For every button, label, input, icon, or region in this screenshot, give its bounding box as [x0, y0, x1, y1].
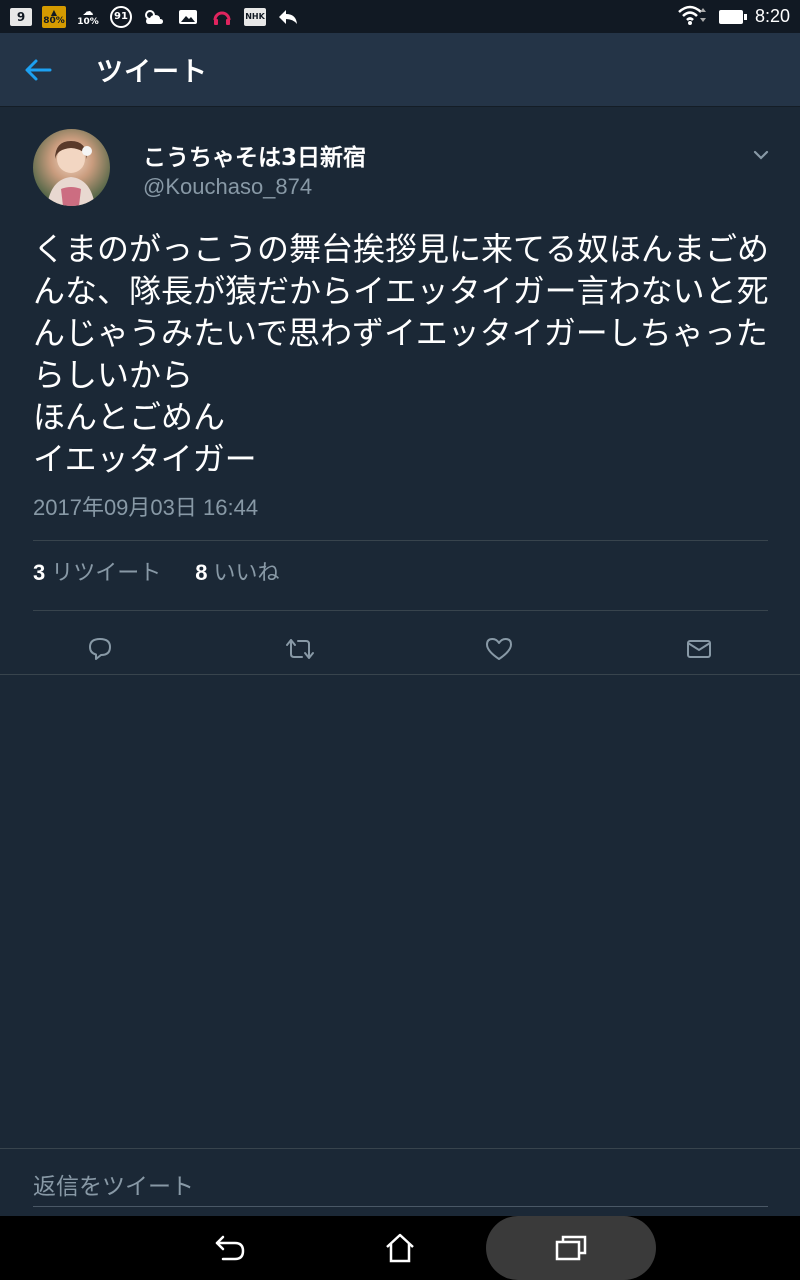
nhk-icon: NHK [244, 7, 266, 26]
like-count[interactable]: 8 いいね [195, 555, 279, 587]
comment-icon [89, 638, 111, 660]
nav-recent-apps-button[interactable] [486, 1216, 656, 1280]
gallery-icon [176, 6, 200, 28]
direct-message-button[interactable] [683, 633, 715, 665]
wifi-icon [677, 4, 707, 30]
cloud-sun-icon [142, 6, 166, 28]
reply-input[interactable] [33, 1167, 768, 1207]
retweet-icon [286, 639, 314, 659]
battery-80-icon: ▲ 80% [42, 5, 66, 28]
like-count-number: 8 [195, 560, 208, 585]
chevron-down-icon [753, 150, 769, 160]
divider [33, 610, 768, 611]
tweet-stats: 3 リツイート 8 いいね [33, 555, 280, 587]
tweet-timestamp: 2017年09月03日 16:44 [33, 495, 259, 520]
nav-back-button[interactable] [190, 1216, 270, 1280]
more-options-button[interactable] [748, 142, 774, 168]
nav-home-button[interactable] [360, 1216, 440, 1280]
reply-button[interactable] [84, 633, 116, 665]
system-nav-bar [0, 1216, 800, 1280]
weather-icon: ☁ 10% [77, 4, 99, 27]
divider [33, 540, 768, 541]
retweet-button[interactable] [284, 633, 316, 665]
headphone-icon [210, 6, 234, 28]
tweet-actions [0, 625, 800, 675]
back-button[interactable] [0, 33, 76, 107]
envelope-icon [687, 640, 711, 658]
battery-icon [718, 9, 747, 24]
status-time: 8:20 [754, 6, 790, 26]
retweet-count[interactable]: 3 リツイート [33, 555, 161, 587]
status-bar: 9 ▲ 80% ☁ 10% 91 NHK 8:20 [0, 0, 800, 33]
like-button[interactable] [483, 633, 515, 665]
reply-bar [0, 1148, 800, 1216]
status-bar-notification-icons: 9 ▲ 80% ☁ 10% 91 NHK [10, 4, 300, 28]
back-arrow-icon [215, 1235, 245, 1261]
badge-91-icon: 91 [110, 5, 132, 28]
sim-icon: 9 [10, 7, 32, 26]
tweet-detail: こうちゃそは3日新宿 @Kouchaso_874 くまのがっこうの舞台挨拶見に来… [0, 108, 800, 675]
status-bar-system-icons: 8:20 [677, 4, 790, 30]
retweet-count-number: 3 [33, 560, 46, 585]
reply-icon [276, 6, 300, 28]
avatar-image [47, 141, 95, 206]
display-name[interactable]: こうちゃそは3日新宿 [143, 138, 366, 172]
heart-icon [486, 638, 512, 660]
home-icon [386, 1233, 414, 1263]
app-bar: ツイート [0, 33, 800, 107]
arrow-left-icon [25, 59, 52, 80]
user-handle[interactable]: @Kouchaso_874 [143, 174, 312, 200]
like-count-label: いいね [213, 561, 280, 586]
retweet-count-label: リツイート [51, 561, 162, 586]
avatar[interactable] [33, 129, 110, 206]
page-title: ツイート [96, 57, 208, 88]
recent-apps-icon [555, 1235, 587, 1261]
tweet-text: くまのがっこうの舞台挨拶見に来てる奴ほんまごめんな、隊長が猿だからイエッタイガー… [33, 230, 770, 478]
